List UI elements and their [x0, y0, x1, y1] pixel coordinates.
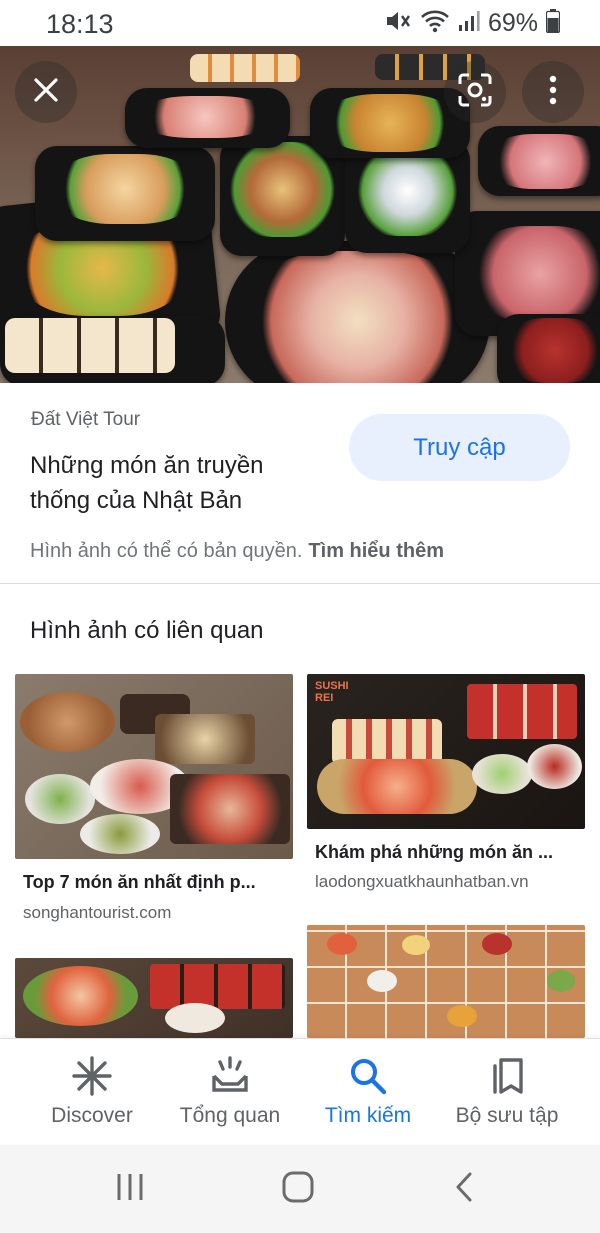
mute-icon — [384, 8, 412, 39]
related-thumbnail[interactable] — [15, 674, 293, 859]
related-title[interactable]: Khám phá những món ăn ... — [315, 842, 583, 863]
image-title[interactable]: Những món ăn truyền thống của Nhật Bản — [30, 448, 330, 518]
divider — [0, 583, 600, 584]
collections-icon — [487, 1056, 527, 1096]
nav-item-discover[interactable]: Discover — [17, 1039, 167, 1146]
recent-apps-button[interactable] — [113, 1171, 147, 1207]
related-title[interactable]: Top 7 món ăn nhất định p... — [23, 872, 291, 893]
close-button[interactable] — [15, 61, 77, 123]
source-name[interactable]: Đất Việt Tour — [31, 409, 140, 431]
home-button[interactable] — [280, 1171, 316, 1207]
more-vert-icon — [548, 75, 558, 110]
brand-logo-text: SUSHI REI — [315, 680, 349, 704]
more-options-button[interactable] — [522, 61, 584, 123]
signal-icon — [458, 10, 480, 37]
search-icon — [348, 1056, 388, 1096]
nav-label: Tổng quan — [179, 1104, 281, 1127]
recent-apps-icon — [115, 1172, 145, 1207]
system-navigation-bar — [0, 1145, 600, 1233]
lens-button[interactable] — [444, 61, 506, 123]
food-item — [355, 146, 460, 236]
nav-label: Bộ sưu tập — [455, 1104, 559, 1127]
food-item — [245, 251, 470, 383]
food-item — [140, 96, 270, 138]
food-item — [470, 226, 600, 321]
nav-item-collections[interactable]: Bộ sưu tập — [432, 1039, 582, 1146]
visit-button[interactable]: Truy cập — [349, 414, 570, 481]
status-bar: 18:13 69% — [0, 0, 600, 46]
food-item — [230, 142, 335, 237]
nav-label: Tìm kiếm — [324, 1104, 412, 1127]
related-source: laodongxuatkhaunhatban.vn — [315, 872, 529, 891]
related-source: songhantourist.com — [23, 903, 172, 922]
back-icon — [455, 1171, 473, 1208]
copyright-text: Hình ảnh có thể có bản quyền. — [30, 540, 303, 562]
battery-percent: 69% — [487, 8, 538, 37]
lens-icon — [458, 73, 492, 112]
hero-image[interactable] — [0, 46, 600, 383]
nav-label: Discover — [51, 1104, 133, 1127]
food-item — [505, 318, 600, 383]
home-icon — [282, 1171, 314, 1208]
close-icon — [32, 76, 60, 109]
related-heading: Hình ảnh có liên quan — [30, 617, 264, 644]
bottom-navigation: Discover Tổng quan Tìm kiếm Bộ sưu tập — [0, 1038, 600, 1145]
sushi-roll — [190, 54, 300, 82]
status-icons: 69% — [384, 8, 561, 39]
wifi-icon — [420, 9, 450, 38]
related-thumbnail[interactable] — [307, 925, 585, 1038]
sushi-roll — [5, 318, 175, 373]
updates-icon — [210, 1056, 250, 1096]
back-button[interactable] — [453, 1171, 475, 1207]
food-item — [325, 94, 455, 152]
battery-icon — [545, 8, 561, 38]
nav-item-search[interactable]: Tìm kiếm — [293, 1039, 443, 1146]
food-item — [55, 154, 195, 224]
copyright-notice: Hình ảnh có thể có bản quyền. Tìm hiểu th… — [30, 540, 444, 563]
food-item — [488, 134, 600, 189]
related-thumbnail[interactable]: SUSHI REI — [307, 674, 585, 829]
related-thumbnail[interactable] — [15, 958, 293, 1038]
nav-item-overview[interactable]: Tổng quan — [155, 1039, 305, 1146]
status-time: 18:13 — [46, 9, 114, 39]
asterisk-icon — [72, 1056, 112, 1096]
learn-more-link[interactable]: Tìm hiểu thêm — [308, 540, 444, 562]
